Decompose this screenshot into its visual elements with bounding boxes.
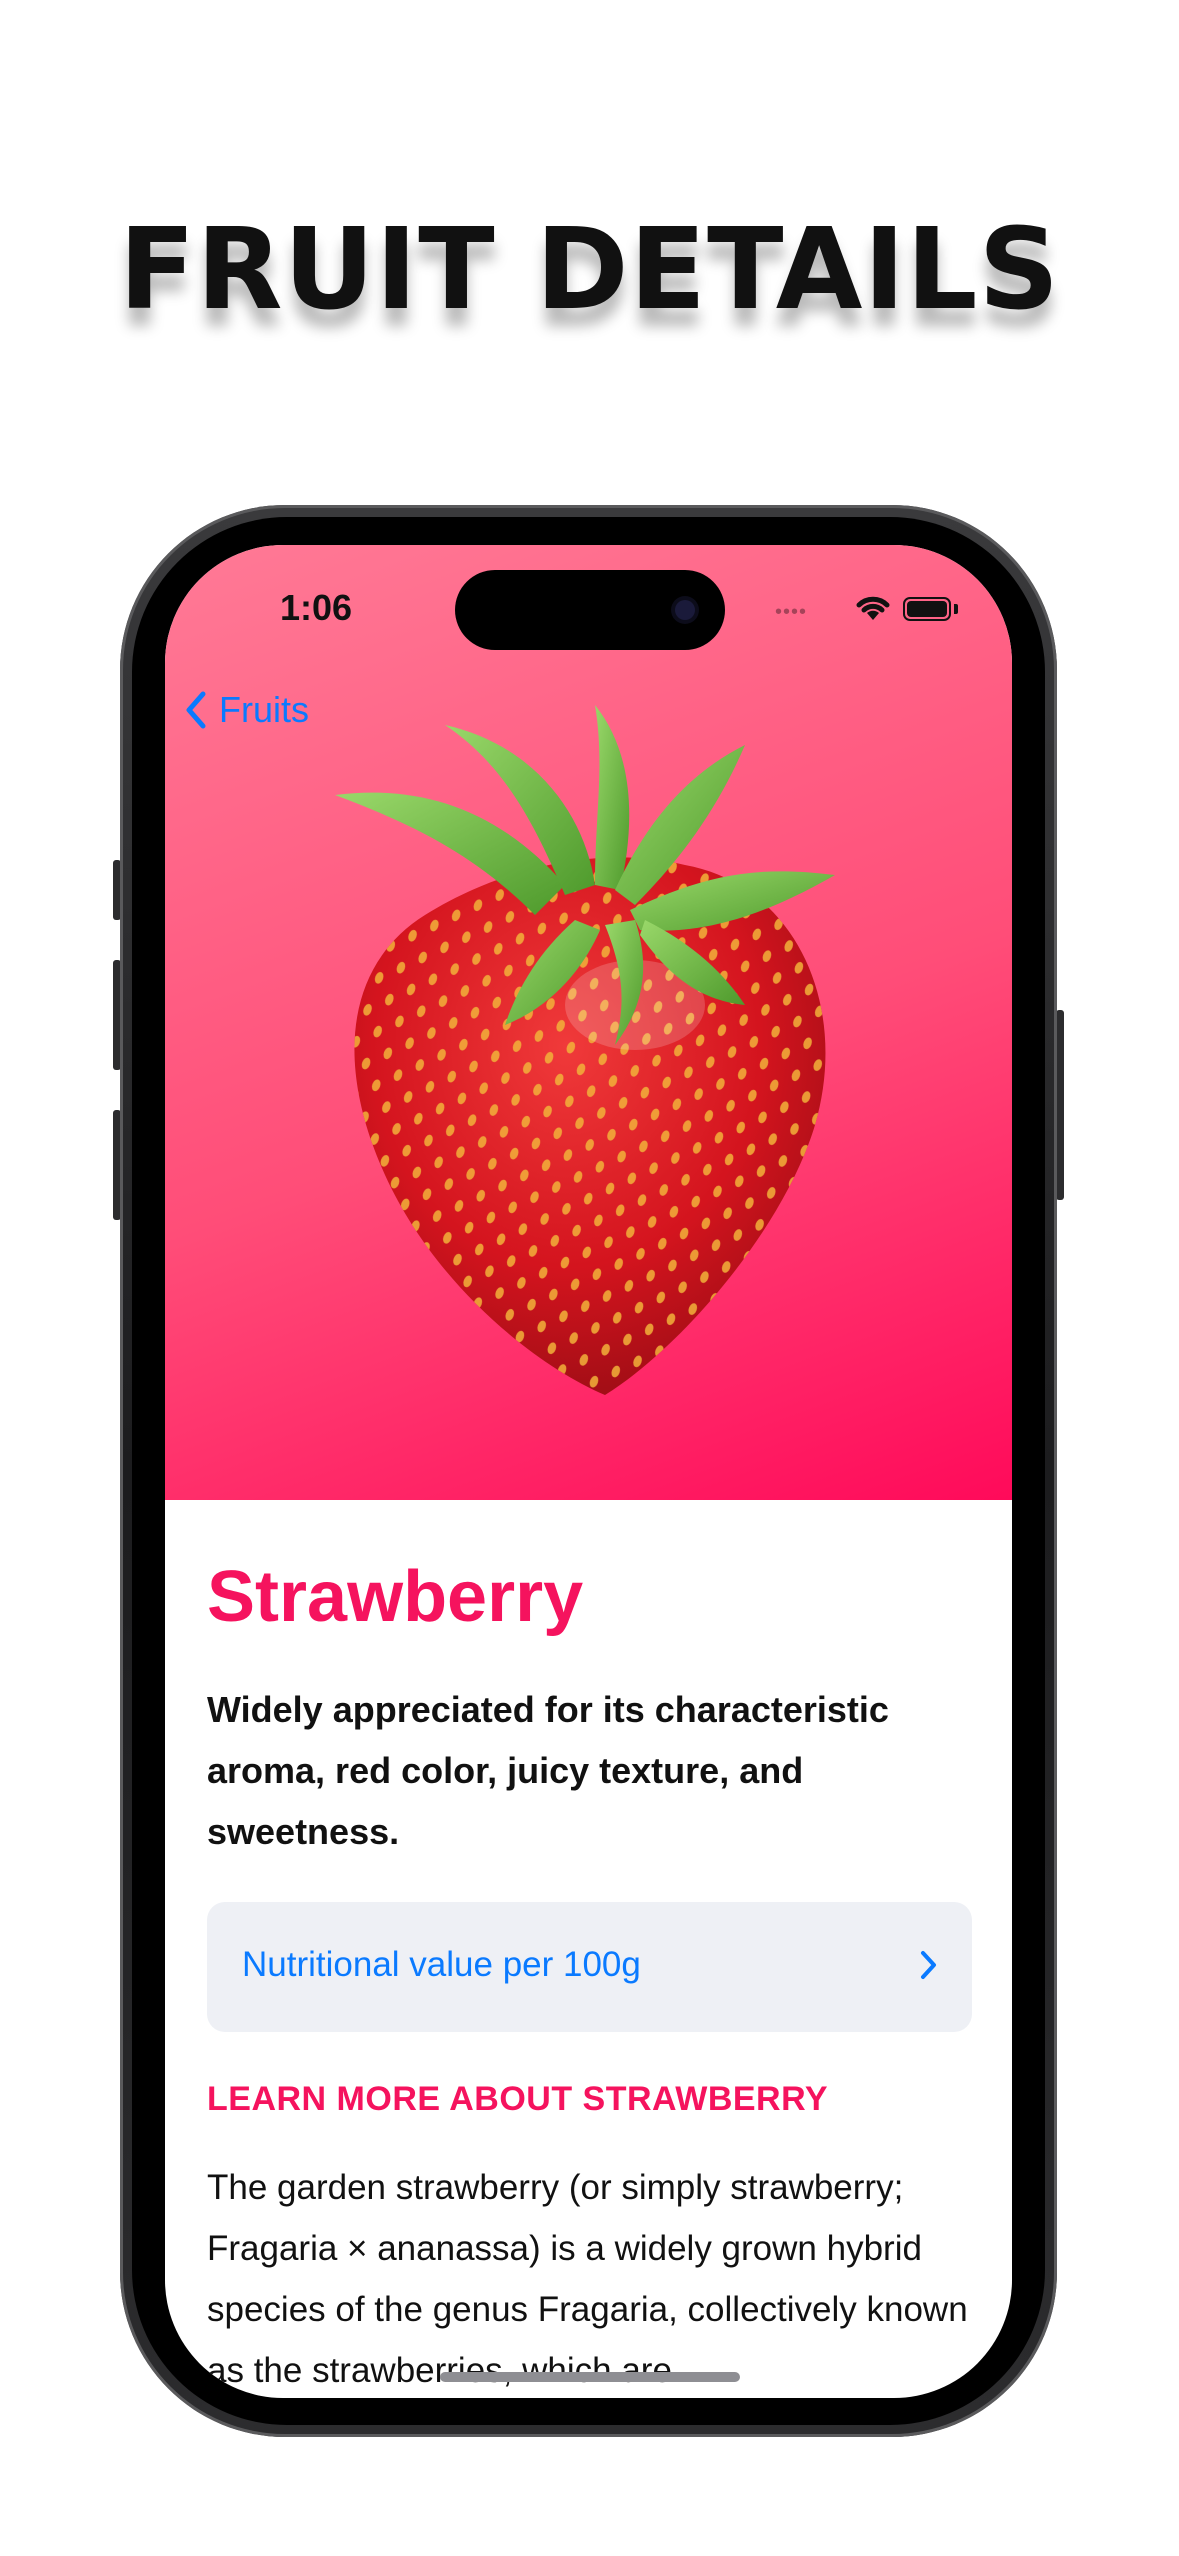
battery-icon	[903, 597, 951, 621]
learn-more-heading: LEARN MORE ABOUT STRAWBERRY	[207, 2080, 829, 2118]
status-time: 1:06	[280, 587, 353, 628]
dynamic-island	[455, 570, 725, 650]
strawberry-image	[335, 705, 835, 1395]
phone-screen: 1:06 •••• Fruits Strawberry Widely appre…	[165, 545, 1012, 2398]
back-button-label: Fruits	[219, 689, 309, 730]
battery-level	[907, 601, 947, 617]
chevron-right-icon	[921, 1951, 936, 1979]
fruit-detail-content: Strawberry Widely appreciated for its ch…	[207, 1555, 972, 2398]
chevron-left-icon	[186, 691, 206, 729]
promo-title: FRUIT DETAILS	[118, 205, 1061, 335]
fruit-description: The garden strawberry (or simply strawbe…	[207, 2168, 968, 2390]
battery-cap	[954, 604, 958, 614]
fruit-hero-header: 1:06 •••• Fruits	[165, 545, 1012, 1500]
status-indicators: ••••	[775, 593, 958, 623]
wifi-icon	[856, 596, 890, 620]
nutrition-button-label: Nutritional value per 100g	[242, 1945, 641, 1984]
power-button	[1056, 1010, 1064, 1200]
home-indicator[interactable]	[440, 2372, 740, 2382]
app-store-screenshot: FRUIT DETAILS 1:06 •••• Fruits Strawberr…	[0, 0, 1179, 2556]
back-button[interactable]: Fruits	[183, 685, 309, 735]
fruit-headline: Widely appreciated for its characteristi…	[207, 1689, 889, 1852]
fruit-title: Strawberry	[207, 1557, 584, 1637]
cellular-signal-icon: ••••	[775, 601, 808, 623]
front-camera	[675, 600, 695, 620]
nutrition-button[interactable]: Nutritional value per 100g	[207, 1902, 972, 2032]
